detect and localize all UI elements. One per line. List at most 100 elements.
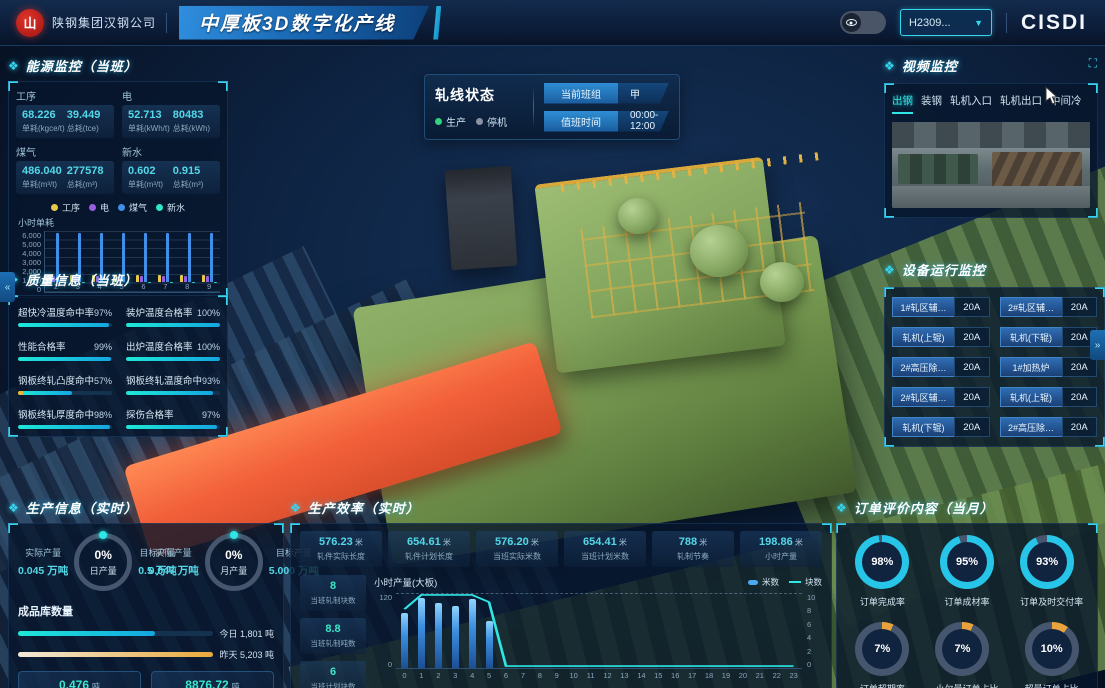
company-logo-glyph: 山 [23, 13, 36, 32]
hourly-xtick: 6 [498, 671, 515, 680]
order-gauge-value: 10% [1041, 643, 1063, 655]
hourly-legend-item: 米数 [748, 576, 779, 588]
efficiency-stat-unit: 米 [617, 538, 627, 547]
diamond-icon: ❖ [836, 501, 848, 515]
quality-item-label: 性能合格率 [18, 339, 66, 353]
hourly-xtick: 23 [785, 671, 802, 680]
stock-today-label: 今日 1,801 吨 [219, 627, 274, 640]
equipment-label-chip: 2#轧区辅… [892, 387, 954, 407]
equipment-cell: 轧机(上辊)20A [1000, 387, 1098, 407]
daily-output-gauge-label: 日产量 [90, 564, 117, 577]
video-tab-出钢[interactable]: 出钢 [892, 93, 913, 114]
right-panel-collapse-handle[interactable]: » [1090, 330, 1105, 360]
hourly-xtick: 13 [616, 671, 633, 680]
hourly-legend-label: 块数 [805, 576, 822, 588]
efficiency-side-value: 8.8 [302, 623, 364, 635]
efficiency-side-label: 当班轧制块数 [302, 595, 364, 606]
cctv-feed[interactable] [892, 122, 1090, 208]
quality-progress-track [126, 357, 220, 361]
fullscreen-icon[interactable]: ⛶ [1089, 56, 1097, 71]
efficiency-stat: 654.61 米轧件计划长度 [388, 531, 470, 567]
video-tab-电加热[interactable]: 电加热 [1090, 93, 1091, 114]
efficiency-side-label: 当班轧制吨数 [302, 638, 364, 649]
equipment-current-value: 20A [954, 387, 990, 407]
status-ribbon-value: 00:00-12:00 [618, 111, 669, 132]
energy-group: 新水0.602单耗(m³/t)0.915总耗(m³) [122, 144, 220, 194]
efficiency-stat: 576.20 米当班实际米数 [476, 531, 558, 567]
company-name: 陕钢集团汉钢公司 [52, 14, 156, 31]
hourly-output-chart: 小时产量(大板) 米数块数 1200 1086420 0123456789101… [374, 575, 822, 688]
page-title-plate: 中厚板3D数字化产线 [179, 6, 429, 40]
hourly-chart-title: 小时产量(大板) [374, 575, 437, 589]
equipment-current-value: 20A [954, 357, 990, 377]
legend-line-icon [789, 581, 801, 583]
energy-stat-value: 0.602 [128, 165, 169, 177]
energy-ytick: 4,000 [22, 249, 41, 258]
legend-bar-icon [748, 580, 758, 585]
quality-progress-fill [126, 425, 217, 429]
hourly-right-ytick: 6 [807, 620, 822, 629]
video-tab-装钢[interactable]: 装钢 [921, 93, 942, 114]
equipment-current-value: 20A [1062, 387, 1098, 407]
efficiency-stat-value: 788 米 [656, 536, 730, 548]
efficiency-panel-title: 生产效率（实时） [308, 498, 420, 517]
status-ribbon-label: 值班时间 [544, 111, 618, 132]
heat-number-select[interactable]: H2309... ▼ [900, 9, 992, 36]
production-panel: ❖ 生产信息（实时） 实际产量 0.045 万吨 0% 日产量 目标产量 0.5… [8, 498, 284, 688]
hourly-xtick: 5 [481, 671, 498, 680]
monthly-output-group: 实际产量 0.047 万吨 0% 月产量 目标产量 5.000 万吨 [149, 533, 274, 591]
quality-progress-track [18, 391, 112, 395]
video-panel: ❖ 视频监控 出钢装钢轧机入口轧机出口中间冷电加热 [884, 56, 1098, 218]
order-gauge: 7%订单超期率 [855, 622, 909, 688]
quality-warning-marker [18, 391, 23, 395]
quality-item-label: 钢板终轧凸度命中 [18, 373, 94, 387]
energy-ytick: 6,000 [22, 231, 41, 240]
efficiency-stat-value: 576.20 米 [480, 536, 554, 548]
efficiency-stat-unit: 米 [793, 538, 803, 547]
energy-legend-item: 新水 [156, 201, 185, 214]
energy-stat-label: 单耗(kWh/t) [128, 123, 169, 134]
quality-progress-track [18, 357, 112, 361]
energy-group: 煤气486.040单耗(m³/t)277578总耗(m³) [16, 144, 114, 194]
hourly-xtick: 20 [734, 671, 751, 680]
daily-output-percent: 0% [95, 548, 112, 562]
order-gauge-ring: 7% [935, 622, 989, 676]
energy-legend-label: 新水 [167, 201, 185, 214]
quality-progress-track [18, 323, 112, 327]
left-panel-collapse-handle[interactable]: « [0, 272, 15, 302]
equipment-cell: 1#轧区辅…20A [892, 297, 990, 317]
cctv-machinery [898, 154, 978, 184]
cctv-rolling-line [992, 152, 1082, 190]
mill-scaffold [580, 202, 814, 319]
efficiency-stat-value: 198.86 米 [744, 536, 818, 548]
efficiency-stat-value: 654.61 米 [392, 536, 466, 548]
status-ribbon-label: 当前班组 [544, 83, 618, 104]
efficiency-stat-label: 当班实际米数 [480, 551, 554, 562]
efficiency-stat-value: 576.23 米 [304, 536, 378, 548]
line-status-legend-item: 停机 [476, 114, 507, 129]
order-gauge-label: 订单及时交付率 [1020, 595, 1083, 608]
header-divider [1006, 13, 1007, 33]
mill-drum [760, 262, 804, 302]
quality-item-label: 出炉温度合格率 [126, 339, 193, 353]
hourly-right-ytick: 4 [807, 633, 822, 642]
video-tab-轧机入口[interactable]: 轧机入口 [950, 93, 992, 114]
hourly-xtick: 22 [768, 671, 785, 680]
equipment-label-chip: 1#加热炉 [1000, 357, 1062, 377]
quality-panel: ❖ 质量信息（当班） 超快冷温度命中率97%装炉温度合格率100%性能合格率99… [8, 270, 228, 437]
energy-stat-value: 68.226 [22, 109, 63, 121]
quality-item-value: 97% [202, 410, 220, 420]
hourly-xtick: 21 [751, 671, 768, 680]
equipment-cell: 1#加热炉20A [1000, 357, 1098, 377]
energy-group-name: 电 [122, 88, 220, 103]
efficiency-side-value: 6 [302, 666, 364, 678]
equipment-cell: 轧机(下辊)20A [1000, 327, 1098, 347]
video-tab-轧机出口[interactable]: 轧机出口 [1000, 93, 1042, 114]
stock-card-unit: 吨 [232, 682, 240, 688]
mill-drum [618, 198, 658, 234]
status-ribbon: 值班时间00:00-12:00 [544, 111, 669, 132]
daily-actual-label: 实际产量 [18, 546, 68, 559]
visibility-toggle[interactable] [840, 11, 886, 34]
quality-progress-fill [18, 357, 111, 361]
equipment-label-chip: 轧机(上辊) [892, 327, 954, 347]
